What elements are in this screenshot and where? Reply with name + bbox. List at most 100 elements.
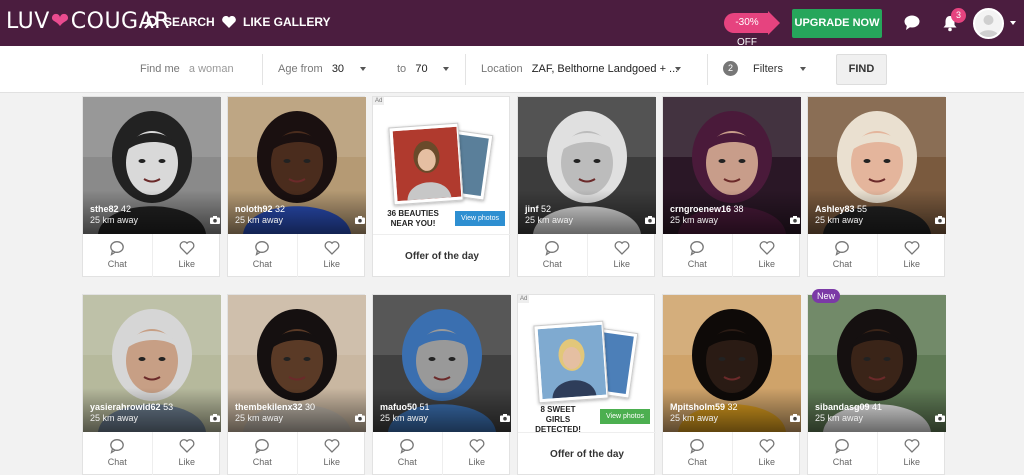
profile-username: Ashley83 55 (815, 204, 867, 214)
more-filters-button[interactable]: Filters (753, 63, 783, 75)
profile-card[interactable]: Mpitsholm59 3225 km away1ChatLike (662, 294, 802, 475)
location-select[interactable]: Location ZAF, Belthorne Landgoed + ... (481, 63, 678, 75)
location-chevron-down-icon[interactable] (675, 67, 681, 71)
camera-icon (209, 216, 220, 224)
profile-card[interactable]: thembekilenx32 3025 km away1 Chat Like (227, 294, 366, 475)
find-button[interactable]: FIND (836, 54, 887, 85)
ad-photo-tile (388, 122, 464, 206)
username-text: noloth92 (235, 204, 273, 214)
age-to-select[interactable]: to 70 (397, 63, 428, 75)
heart-outline-icon (904, 241, 920, 255)
chat-button[interactable]: Chat (228, 432, 297, 475)
profile-username: Mpitsholm59 32 (670, 402, 738, 412)
nav-like-gallery-link[interactable]: LIKE GALLERY (221, 15, 331, 29)
profile-photo[interactable]: Ashley83 5525 km away 1 (808, 97, 946, 234)
profile-card[interactable]: mafuo50 5125 km away 1 Chat Like (372, 294, 512, 475)
like-button[interactable]: Like (731, 234, 802, 277)
chat-button[interactable]: Chat (808, 432, 877, 475)
profile-card[interactable]: Ashley83 5525 km away 1 Chat Like (807, 96, 947, 277)
ad-card[interactable]: Ad 8 SWEET GIRLS DETECTED! View photos Offer… (517, 294, 656, 475)
profile-photo[interactable]: thembekilenx32 3025 km away1 (228, 295, 366, 432)
divider (262, 54, 263, 85)
photo-count: 1 (789, 216, 800, 226)
chat-button[interactable]: Chat (83, 432, 152, 475)
filters-chevron-down-icon[interactable] (800, 67, 806, 71)
ad-headline: 8 SWEET GIRLS DETECTED! (528, 405, 588, 435)
heart-outline-icon (614, 241, 630, 255)
offer-of-the-day[interactable]: Offer of the day (373, 234, 511, 277)
like-button[interactable]: Like (731, 432, 802, 475)
profile-photo[interactable]: noloth92 3225 km away 1 (228, 97, 366, 234)
profile-distance: 25 km away (815, 215, 864, 225)
like-button[interactable]: Like (296, 234, 367, 277)
upgrade-now-button[interactable]: UPGRADE NOW (792, 9, 882, 38)
age-from-select[interactable]: Age from 30 (278, 63, 344, 75)
like-label: Like (178, 457, 195, 467)
profile-card[interactable]: yasierahrowld62 5325 km away1Chat Like (82, 294, 222, 475)
camera-icon (789, 414, 800, 422)
chat-button[interactable]: Chat (808, 234, 877, 277)
profile-card[interactable]: noloth92 3225 km away 1 Chat Like (227, 96, 367, 277)
top-navigation-bar: LUV ❤ COUGAR SEARCH LIKE GALLERY -30% OF… (0, 0, 1024, 48)
like-label: Like (903, 259, 920, 269)
chat-label: Chat (687, 259, 707, 269)
username-text: yasierahrowld62 (90, 402, 161, 412)
profile-photo[interactable]: jinf 5225 km away 1 (518, 97, 656, 234)
like-label: Like (613, 259, 630, 269)
age-from-chevron-down-icon[interactable] (360, 67, 366, 71)
nav-search-link[interactable]: SEARCH (144, 15, 215, 29)
profile-photo[interactable]: sibandasg09 4125 km away1 (808, 295, 946, 432)
like-button[interactable]: Like (586, 234, 657, 277)
profile-username: noloth92 32 (235, 204, 285, 214)
profile-photo[interactable]: Mpitsholm59 3225 km away1 (663, 295, 801, 432)
like-button[interactable]: Like (296, 432, 367, 475)
chat-button[interactable]: Chat (518, 234, 587, 277)
profile-actions: Chat Like (228, 432, 366, 475)
photo-count: 1 (209, 216, 220, 226)
profile-card[interactable]: sibandasg09 4125 km away1NewChatLike (807, 289, 947, 475)
offer-of-the-day[interactable]: Offer of the day (518, 432, 656, 475)
account-menu-chevron-down-icon[interactable] (1010, 21, 1016, 25)
ad-photo-art (537, 324, 607, 400)
like-button[interactable]: Like (876, 432, 947, 475)
find-me-select[interactable]: Find me a woman (140, 63, 234, 75)
heart-outline-icon (324, 439, 340, 453)
messages-icon[interactable] (903, 14, 921, 31)
chat-label: Chat (252, 457, 272, 467)
profile-card[interactable]: jinf 5225 km away 1 Chat Like (517, 96, 657, 277)
profile-actions: Chat Like (83, 234, 221, 277)
chat-button[interactable]: Chat (663, 234, 732, 277)
chat-button[interactable]: Chat (228, 234, 297, 277)
ad-card[interactable]: Ad 36 BEAUTIES NEAR YOU! View photos Offer o… (372, 96, 511, 277)
view-photos-button[interactable]: View photos (455, 211, 505, 226)
photo-count: 1 (644, 216, 655, 226)
photo-count: 1 (789, 414, 800, 424)
chat-button[interactable]: Chat (663, 432, 732, 475)
like-button[interactable]: Like (441, 432, 512, 475)
like-label: Like (178, 259, 195, 269)
profile-card[interactable]: crngroenew16 3825 km away1 Chat Like (662, 96, 802, 277)
profile-photo[interactable]: sthe82 4225 km away 1 (83, 97, 221, 234)
photo-count: 1 (354, 216, 365, 226)
like-button[interactable]: Like (151, 432, 222, 475)
filters-count-badge: 2 (723, 61, 738, 76)
divider (707, 54, 708, 85)
age-to-chevron-down-icon[interactable] (443, 67, 449, 71)
profile-photo[interactable]: yasierahrowld62 5325 km away1 (83, 295, 221, 432)
location-label: Location (481, 63, 523, 75)
chat-button[interactable]: Chat (373, 432, 442, 475)
like-button[interactable]: Like (876, 234, 947, 277)
photo-count: 1 (934, 414, 945, 424)
profile-card[interactable]: sthe82 4225 km away 1 Chat Like (82, 96, 221, 277)
profile-photo[interactable]: mafuo50 5125 km away 1 (373, 295, 511, 432)
chat-button[interactable]: Chat (83, 234, 152, 277)
age-from-label: Age from (278, 63, 323, 75)
age-text: 30 (305, 402, 316, 412)
chat-bubble-icon (690, 439, 705, 454)
ad-headline-line1: 36 BEAUTIES (387, 209, 439, 218)
profile-photo[interactable]: crngroenew16 3825 km away1 (663, 97, 801, 234)
view-photos-button[interactable]: View photos (600, 409, 650, 424)
my-avatar[interactable] (973, 8, 1004, 39)
discount-promo-badge[interactable]: -30% OFF (724, 11, 780, 48)
like-button[interactable]: Like (151, 234, 222, 277)
